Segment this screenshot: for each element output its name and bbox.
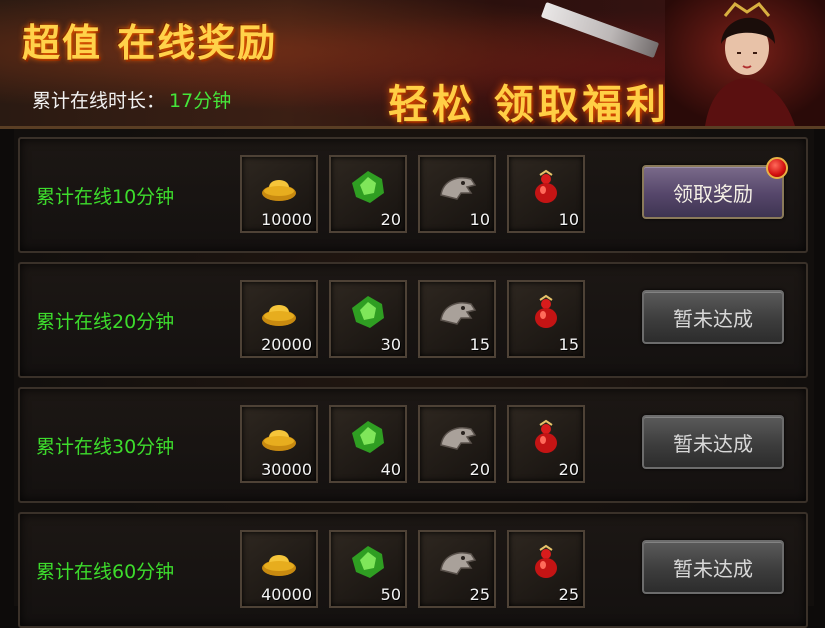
gold-ingot-icon [262, 555, 296, 576]
green-gem-icon [352, 171, 384, 203]
reward-item-count: 25 [558, 585, 579, 604]
claim-reward-label: 领取奖励 [673, 181, 753, 206]
reward-item-gem[interactable]: 20 [329, 155, 407, 233]
reward-item-count: 50 [380, 585, 401, 604]
reward-item-gourd[interactable]: 10 [507, 155, 585, 233]
gold-ingot-icon [262, 430, 296, 451]
reward-item-count: 20 [558, 460, 579, 479]
reward-item-count: 20000 [261, 335, 312, 354]
reward-item-gold[interactable]: 10000 [240, 155, 318, 233]
reward-item-gem[interactable]: 50 [329, 530, 407, 608]
banner-slogan: 轻松 领取福利 [388, 81, 670, 128]
not-reached-label: 暂未达成 [673, 556, 753, 581]
reward-item-skull[interactable]: 15 [418, 280, 496, 358]
reward-row: 累计在线60分钟 40000 50 25 25 暂未达成 [18, 512, 808, 628]
red-gourd-icon [535, 294, 557, 328]
reward-item-gourd[interactable]: 20 [507, 405, 585, 483]
claim-reward-button[interactable]: 领取奖励 [642, 157, 788, 219]
reward-row-label: 累计在线10分钟 [36, 185, 175, 208]
not-reached-label: 暂未达成 [673, 431, 753, 456]
reward-item-gem[interactable]: 40 [329, 405, 407, 483]
green-gem-icon [352, 421, 384, 453]
green-gem-icon [352, 546, 384, 578]
reward-row-label: 累计在线30分钟 [36, 435, 175, 458]
reward-item-count: 40 [380, 460, 401, 479]
red-gourd-icon [535, 169, 557, 203]
gold-ingot-icon [262, 305, 296, 326]
reward-item-count: 20 [380, 210, 401, 229]
reward-item-count: 10 [469, 210, 490, 229]
reward-item-count: 30 [380, 335, 401, 354]
reward-item-count: 25 [469, 585, 490, 604]
online-time-caption: 累计在线时长： [32, 90, 166, 112]
reward-item-gourd[interactable]: 25 [507, 530, 585, 608]
reward-item-skull[interactable]: 25 [418, 530, 496, 608]
dragon-skull-icon [440, 552, 477, 575]
not-reached-button[interactable]: 暂未达成 [642, 290, 784, 344]
reward-item-count: 15 [469, 335, 490, 354]
reward-list: 累计在线10分钟 10000 20 10 10 领取奖励 累计在线20分钟 20… [14, 129, 814, 628]
dragon-skull-icon [440, 427, 477, 450]
green-gem-icon [352, 296, 384, 328]
reward-item-gem[interactable]: 30 [329, 280, 407, 358]
reward-item-count: 10000 [261, 210, 312, 229]
gold-ingot-icon [262, 180, 296, 201]
not-reached-button[interactable]: 暂未达成 [642, 415, 784, 469]
reward-item-gold[interactable]: 20000 [240, 280, 318, 358]
dragon-skull-icon [440, 302, 477, 325]
online-time-label: 累计在线时长： 17分钟 [32, 86, 231, 113]
red-gourd-icon [535, 544, 557, 578]
red-gourd-icon [535, 419, 557, 453]
reward-item-gold[interactable]: 40000 [240, 530, 318, 608]
reward-row: 累计在线30分钟 30000 40 20 20 暂未达成 [18, 387, 808, 503]
banner: 超值 在线奖励 轻松 领取福利 累计在线时长： 17分钟 [0, 0, 825, 129]
reward-item-count: 10 [558, 210, 579, 229]
reward-item-skull[interactable]: 10 [418, 155, 496, 233]
sword-decoration [540, 1, 660, 59]
not-reached-label: 暂未达成 [673, 306, 753, 331]
reward-item-count: 15 [558, 335, 579, 354]
banner-title: 超值 在线奖励 [22, 20, 278, 65]
reward-row-label: 累计在线60分钟 [36, 560, 175, 583]
online-time-value: 17分钟 [169, 90, 232, 112]
reward-item-gourd[interactable]: 15 [507, 280, 585, 358]
reward-row: 累计在线20分钟 20000 30 15 15 暂未达成 [18, 262, 808, 378]
reward-item-count: 30000 [261, 460, 312, 479]
reward-item-gold[interactable]: 30000 [240, 405, 318, 483]
heroine-portrait-icon [665, 0, 825, 126]
reward-row: 累计在线10分钟 10000 20 10 10 领取奖励 [18, 137, 808, 253]
not-reached-button[interactable]: 暂未达成 [642, 540, 784, 594]
reward-item-count: 20 [469, 460, 490, 479]
reward-item-skull[interactable]: 20 [418, 405, 496, 483]
reward-row-label: 累计在线20分钟 [36, 310, 175, 333]
reward-item-count: 40000 [261, 585, 312, 604]
dragon-skull-icon [440, 177, 477, 200]
notification-dot-icon [766, 157, 788, 179]
